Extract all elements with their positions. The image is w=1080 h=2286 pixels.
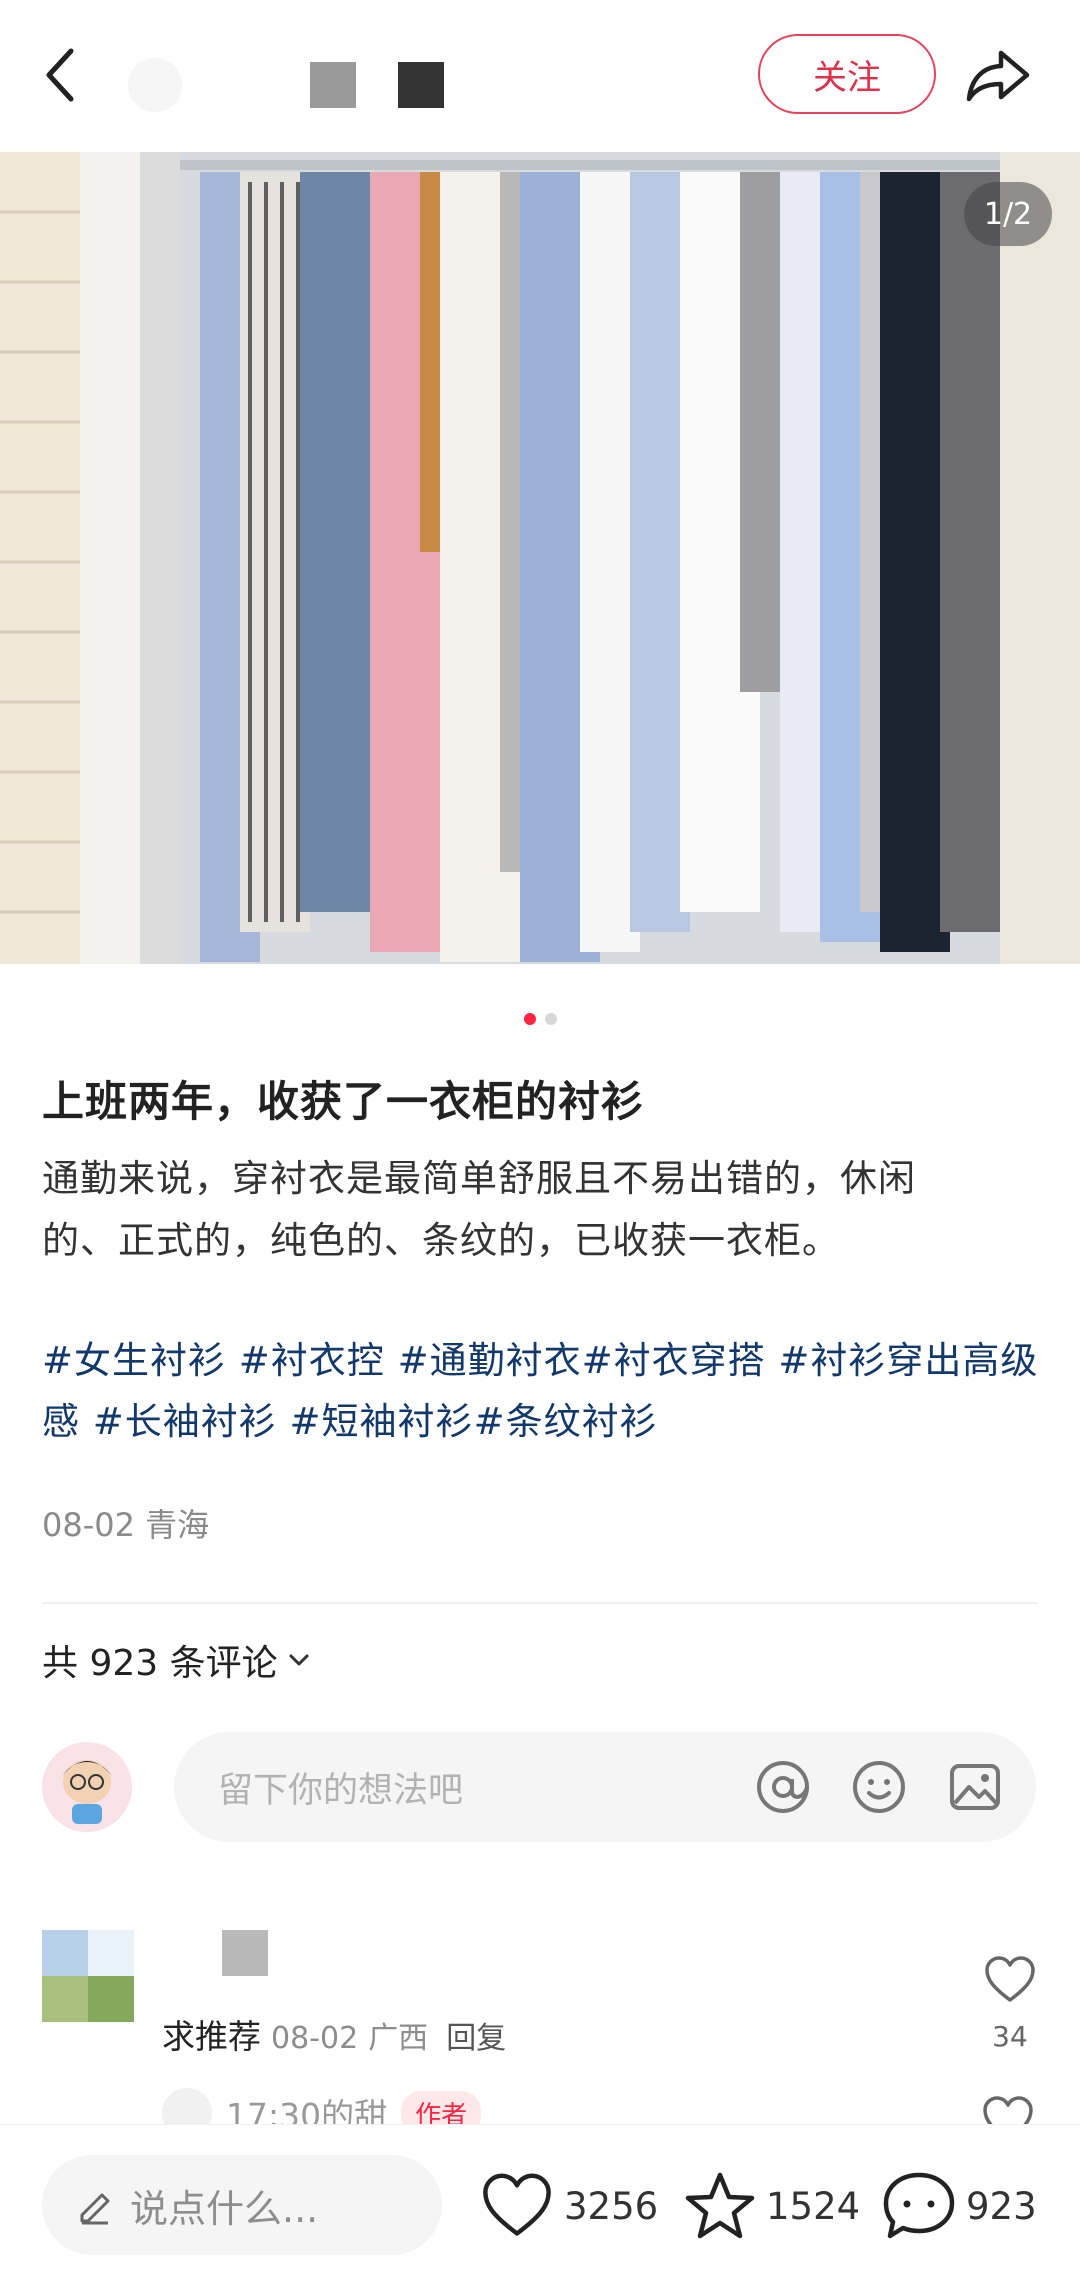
image-icon[interactable]	[944, 1756, 1006, 1818]
carousel-dot-active	[523, 1013, 536, 1025]
pencil-icon	[80, 2193, 110, 2225]
emoji-icon[interactable]	[848, 1756, 910, 1818]
back-button[interactable]	[30, 40, 90, 110]
divider	[42, 1602, 1038, 1604]
comment-sort-toggle[interactable]: 共 923 条评论	[42, 1634, 312, 1686]
author-name-redacted-2[interactable]	[398, 62, 444, 108]
note-description-line: 的、正式的，纯色的、条纹的，已收获一衣柜。	[42, 1219, 840, 1262]
author-avatar[interactable]	[128, 58, 182, 112]
note-description-line: 通勤来说，穿衬衣是最简单舒服且不易出错的，休闲	[42, 1157, 916, 1200]
note-image[interactable]: 1/2	[0, 152, 1080, 964]
chevron-left-icon	[46, 48, 74, 102]
tag-link[interactable]: #女生衬衫	[42, 1339, 226, 1382]
like-count: 3256	[564, 2184, 659, 2228]
at-icon[interactable]	[752, 1756, 814, 1818]
commenter-avatar[interactable]	[42, 1930, 134, 2022]
comment-count: 923	[966, 2184, 1037, 2228]
commenter-name-redacted[interactable]	[222, 1930, 268, 1976]
comment-like-button[interactable]	[982, 1952, 1038, 2008]
follow-button[interactable]: 关注	[758, 34, 936, 114]
heart-icon	[483, 2173, 551, 2236]
like-button[interactable]: 3256	[480, 2161, 658, 2251]
say-something-input[interactable]: 说点什么...	[42, 2155, 442, 2255]
chevron-down-icon	[289, 1654, 309, 1666]
say-something-placeholder: 说点什么...	[130, 2186, 319, 2231]
share-button[interactable]	[962, 40, 1034, 110]
favorite-button[interactable]: 1524	[684, 2161, 860, 2251]
tag-link[interactable]: #通勤衬衣	[398, 1339, 582, 1382]
comment-input[interactable]: 留下你的想法吧	[174, 1732, 1036, 1842]
comment-input-placeholder: 留下你的想法吧	[218, 1770, 464, 1811]
star-icon	[685, 2172, 755, 2239]
share-arrow-icon	[966, 50, 1030, 102]
image-counter: 1/2	[964, 182, 1052, 246]
carousel-dot	[544, 1013, 557, 1025]
comment-item[interactable]: 求推荐 08-02 广西 回复	[162, 2010, 506, 2058]
carousel-indicator	[0, 1013, 1080, 1027]
comment-text: 求推荐	[162, 2017, 261, 2056]
my-avatar[interactable]	[42, 1742, 132, 1832]
wardrobe-shirts-image	[0, 152, 1080, 964]
comment-location: 广西	[368, 2021, 429, 2056]
note-meta: 08-02 青海	[42, 1506, 210, 1544]
comment-button[interactable]: 923	[882, 2161, 1037, 2251]
top-bar: 关注	[0, 0, 1080, 152]
tag-link[interactable]: #长袖衬衫	[93, 1400, 277, 1443]
bottom-action-bar: 说点什么... 3256 1524 923	[0, 2124, 1080, 2286]
comment-like-count: 34	[992, 2020, 1028, 2053]
note-title: 上班两年，收获了一衣柜的衬衫	[42, 1077, 645, 1126]
tag-link[interactable]: #衬衣穿搭	[582, 1339, 766, 1382]
comment-time: 08-02	[271, 2021, 359, 2056]
note-description: 通勤来说，穿衬衣是最简单舒服且不易出错的，休闲 的、正式的，纯色的、条纹的，已收…	[42, 1148, 1042, 1272]
reply-button[interactable]: 回复	[446, 2013, 506, 2057]
tag-link[interactable]: #短袖衬衫	[290, 1400, 474, 1443]
heart-icon	[985, 1956, 1035, 2002]
favorite-count: 1524	[766, 2184, 861, 2228]
author-name-redacted[interactable]	[310, 62, 356, 108]
chat-bubble-icon	[883, 2172, 955, 2239]
note-tags: #女生衬衫 #衬衣控 #通勤衬衣#衬衣穿搭 #衬衫穿出高级感 #长袖衬衫 #短袖…	[42, 1330, 1042, 1452]
user-avatar-icon	[42, 1742, 132, 1832]
tag-link[interactable]: #衬衣控	[239, 1339, 385, 1382]
comment-count-label: 共 923 条评论	[42, 1643, 278, 1684]
tag-link[interactable]: #条纹衬衫	[474, 1400, 658, 1443]
